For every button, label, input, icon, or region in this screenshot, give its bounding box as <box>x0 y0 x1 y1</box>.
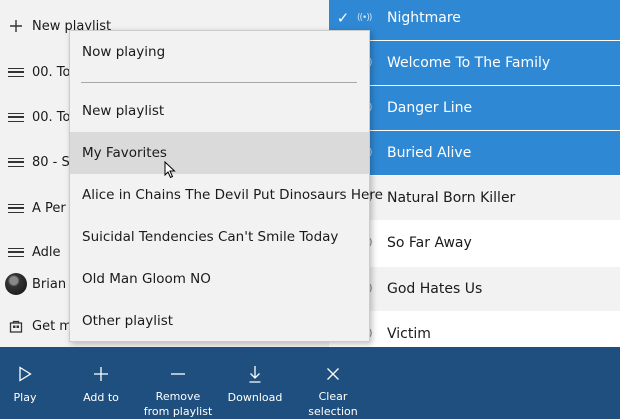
song-title: Danger Line <box>387 100 473 116</box>
sidebar-item-label: 00. To <box>32 64 71 80</box>
song-row[interactable]: ((•)) Welcome To The Family <box>329 41 620 85</box>
song-title: Buried Alive <box>387 145 472 161</box>
playlist-icon <box>0 247 32 257</box>
song-list: ✓ ((•)) Nightmare ((•)) Welcome To The F… <box>329 0 620 347</box>
menu-item-playlist[interactable]: Old Man Gloom NO <box>70 258 369 300</box>
plus-icon <box>93 359 109 389</box>
sidebar-item-label: Brian <box>32 276 67 292</box>
play-label: Play <box>13 391 37 404</box>
remove-from-playlist-button[interactable]: Remove from playlist <box>138 347 218 419</box>
menu-item-now-playing[interactable]: Now playing <box>70 31 369 73</box>
sidebar-item-label: Get m <box>32 318 72 334</box>
download-icon <box>248 359 262 389</box>
plus-icon <box>0 19 32 33</box>
menu-item-other-playlist[interactable]: Other playlist <box>70 300 369 342</box>
menu-item-new-playlist[interactable]: New playlist <box>70 90 369 132</box>
menu-item-my-favorites[interactable]: My Favorites <box>70 132 369 174</box>
sidebar-item-label: 80 - S <box>32 154 70 170</box>
song-title: Natural Born Killer <box>387 190 516 206</box>
minus-icon <box>170 359 186 388</box>
menu-item-playlist[interactable]: Suicidal Tendencies Can't Smile Today <box>70 216 369 258</box>
store-icon <box>0 319 32 333</box>
add-to-button[interactable]: Add to <box>76 347 126 419</box>
play-icon <box>18 359 32 389</box>
playlist-icon <box>0 157 32 167</box>
song-row[interactable]: ((•)) So Far Away <box>329 221 620 265</box>
download-button[interactable]: Download <box>225 347 285 419</box>
remove-label: Remove from playlist <box>143 390 213 418</box>
sidebar-item-label: Adle <box>32 244 61 260</box>
sidebar-item-label: A Per <box>32 200 66 216</box>
song-title: So Far Away <box>387 235 472 251</box>
clear-label: Clear selection <box>308 390 358 418</box>
close-icon <box>326 359 340 388</box>
song-title: Welcome To The Family <box>387 55 551 71</box>
command-bar: Play Add to Remove from playlist Downloa… <box>0 347 620 419</box>
menu-divider <box>81 82 357 83</box>
add-to-menu: Now playing New playlist My Favorites Al… <box>69 30 383 342</box>
play-button[interactable]: Play <box>5 347 45 419</box>
song-title: Nightmare <box>387 10 461 26</box>
checkmark-icon[interactable]: ✓ <box>329 9 357 27</box>
avatar <box>0 273 32 295</box>
song-title: Victim <box>387 326 431 342</box>
song-row[interactable]: ✓ ((•)) Nightmare <box>329 0 620 40</box>
mouse-cursor-icon <box>164 161 176 179</box>
song-title: God Hates Us <box>387 281 483 297</box>
clear-selection-button[interactable]: Clear selection <box>303 347 363 419</box>
download-label: Download <box>227 391 283 404</box>
song-row[interactable]: ((•)) Buried Alive <box>329 131 620 175</box>
add-to-label: Add to <box>83 391 119 404</box>
broadcast-icon: ((•)) <box>357 13 372 23</box>
playlist-icon <box>0 67 32 77</box>
playlist-icon <box>0 112 32 122</box>
song-row[interactable]: ((•)) Danger Line <box>329 86 620 130</box>
playlist-icon <box>0 203 32 213</box>
song-row[interactable]: ((•)) God Hates Us <box>329 267 620 311</box>
song-row[interactable]: ((•)) Victim <box>329 312 620 347</box>
menu-item-playlist[interactable]: Alice in Chains The Devil Put Dinosaurs … <box>70 174 383 216</box>
sidebar-item-label: 00. To <box>32 109 71 125</box>
